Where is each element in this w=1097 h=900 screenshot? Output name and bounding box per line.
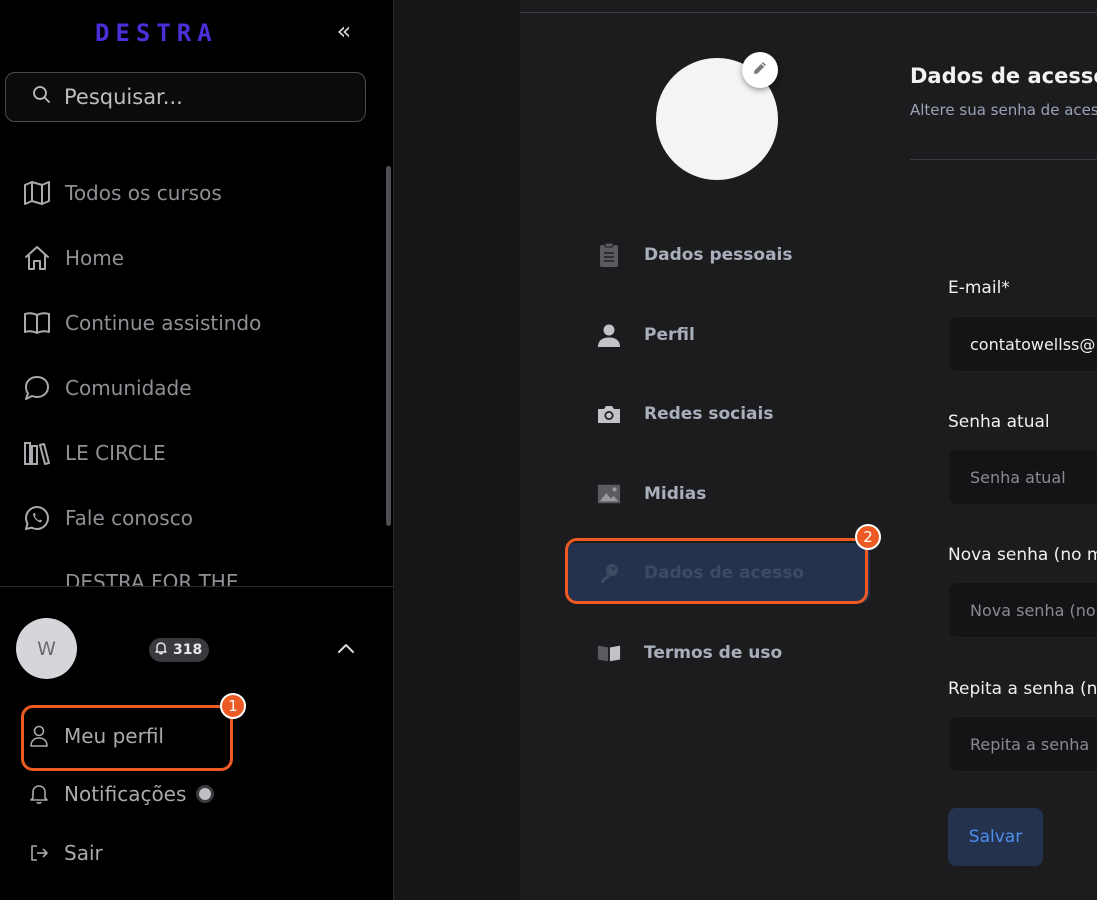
menu-item-label: Sair xyxy=(64,841,103,865)
repeat-password-field[interactable] xyxy=(948,716,1097,772)
annotation-highlight-1 xyxy=(21,705,233,771)
sidebar-item-home[interactable]: Home xyxy=(0,225,386,290)
book-open-icon xyxy=(22,308,52,338)
settings-item-dados-pessoais[interactable]: Dados pessoais xyxy=(565,225,870,285)
pencil-icon xyxy=(751,59,769,81)
annotation-marker-1: 1 xyxy=(220,693,246,719)
whatsapp-icon xyxy=(22,503,52,533)
collapse-sidebar-button[interactable]: « xyxy=(330,16,358,46)
current-password-label: Senha atual xyxy=(948,412,1050,432)
sidebar-item-label: Comunidade xyxy=(65,375,192,400)
sidebar-item-fale-conosco[interactable]: Fale conosco xyxy=(0,485,386,550)
notification-count: 318 xyxy=(173,642,203,658)
library-icon xyxy=(22,438,52,468)
repeat-password-label: Repita a senha (no xyxy=(948,679,1097,699)
sidebar-scrollbar[interactable] xyxy=(386,166,391,526)
sidebar-item-continue-assistindo[interactable]: Continue assistindo xyxy=(0,290,386,355)
sidebar-item-label: LE CIRCLE xyxy=(65,440,166,465)
open-book-icon xyxy=(597,641,621,665)
search-icon xyxy=(32,85,52,109)
settings-item-label: Midias xyxy=(644,483,707,504)
menu-item-sair[interactable]: Sair xyxy=(28,836,103,870)
email-field[interactable] xyxy=(948,316,1097,372)
annotation-highlight-2 xyxy=(565,538,868,604)
settings-item-label: Termos de uso xyxy=(644,642,783,663)
chevron-up-icon[interactable] xyxy=(334,636,358,660)
settings-item-midias[interactable]: Midias xyxy=(565,464,870,524)
sidebar-item-le-circle[interactable]: LE CIRCLE xyxy=(0,420,386,485)
top-divider xyxy=(520,12,1097,13)
notification-count-badge[interactable]: 318 xyxy=(149,638,210,662)
new-password-label: Nova senha (no m xyxy=(948,545,1097,565)
settings-item-redes-sociais[interactable]: Redes sociais xyxy=(565,384,870,444)
section-title: Dados de acesso xyxy=(910,64,1097,88)
new-password-field[interactable] xyxy=(948,582,1097,638)
search-input[interactable] xyxy=(62,84,346,110)
clipboard-icon xyxy=(597,242,621,267)
map-icon xyxy=(22,178,52,208)
sidebar-item-label: Continue assistindo xyxy=(65,310,262,335)
sidebar-item-label: Fale conosco xyxy=(65,505,193,530)
logo-text: DESTRA xyxy=(95,19,218,47)
home-icon xyxy=(22,243,52,273)
email-label: E-mail* xyxy=(948,278,1010,298)
settings-item-label: Perfil xyxy=(644,324,695,345)
edit-profile-picture-button[interactable] xyxy=(742,52,778,88)
settings-item-label: Dados pessoais xyxy=(644,245,793,265)
bell-icon xyxy=(28,783,50,805)
destra-logo[interactable]: DESTRA xyxy=(95,18,218,48)
chat-bubble-icon xyxy=(22,373,52,403)
logout-icon xyxy=(28,842,50,864)
settings-item-perfil[interactable]: Perfil xyxy=(565,305,870,365)
content-gutter xyxy=(394,0,520,900)
settings-item-termos-de-uso[interactable]: Termos de uso xyxy=(565,623,870,683)
bell-icon xyxy=(154,641,168,659)
user-avatar[interactable]: W xyxy=(16,618,77,679)
image-icon xyxy=(597,482,621,506)
sidebar-item-label: Home xyxy=(65,245,125,270)
section-divider xyxy=(910,159,1097,160)
sidebar-item-todos-os-cursos[interactable]: Todos os cursos xyxy=(0,160,386,225)
settings-item-label: Redes sociais xyxy=(644,404,774,425)
camera-icon xyxy=(597,402,621,426)
sidebar-item-destra-for-the[interactable]: DESTRA FOR THE xyxy=(65,570,365,586)
menu-item-notificacoes[interactable]: Notificações xyxy=(28,777,215,811)
annotation-marker-2: 2 xyxy=(855,524,881,550)
current-password-field[interactable] xyxy=(948,449,1097,505)
sidebar-nav: Todos os cursos Home Continue assistindo… xyxy=(0,160,386,550)
sidebar-divider xyxy=(0,586,393,587)
section-subtitle: Altere sua senha de acesso xyxy=(910,101,1097,119)
save-button[interactable]: Salvar xyxy=(948,808,1043,866)
person-icon xyxy=(597,323,621,347)
search-box[interactable] xyxy=(5,72,366,122)
settings-nav: Dados pessoais Perfil Redes sociais Midi… xyxy=(565,225,870,703)
sidebar-item-label: Todos os cursos xyxy=(65,180,222,205)
unread-dot xyxy=(196,785,215,803)
menu-item-label: Notificações xyxy=(64,782,187,806)
sidebar-item-comunidade[interactable]: Comunidade xyxy=(0,355,386,420)
